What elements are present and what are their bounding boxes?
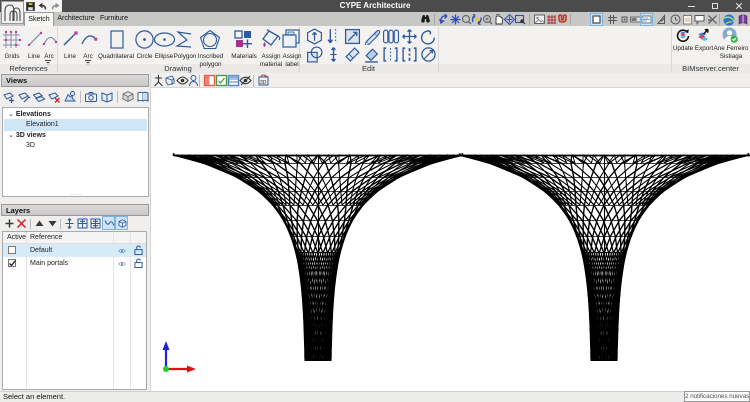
- svg-text:3D: 3D: [260, 80, 267, 86]
